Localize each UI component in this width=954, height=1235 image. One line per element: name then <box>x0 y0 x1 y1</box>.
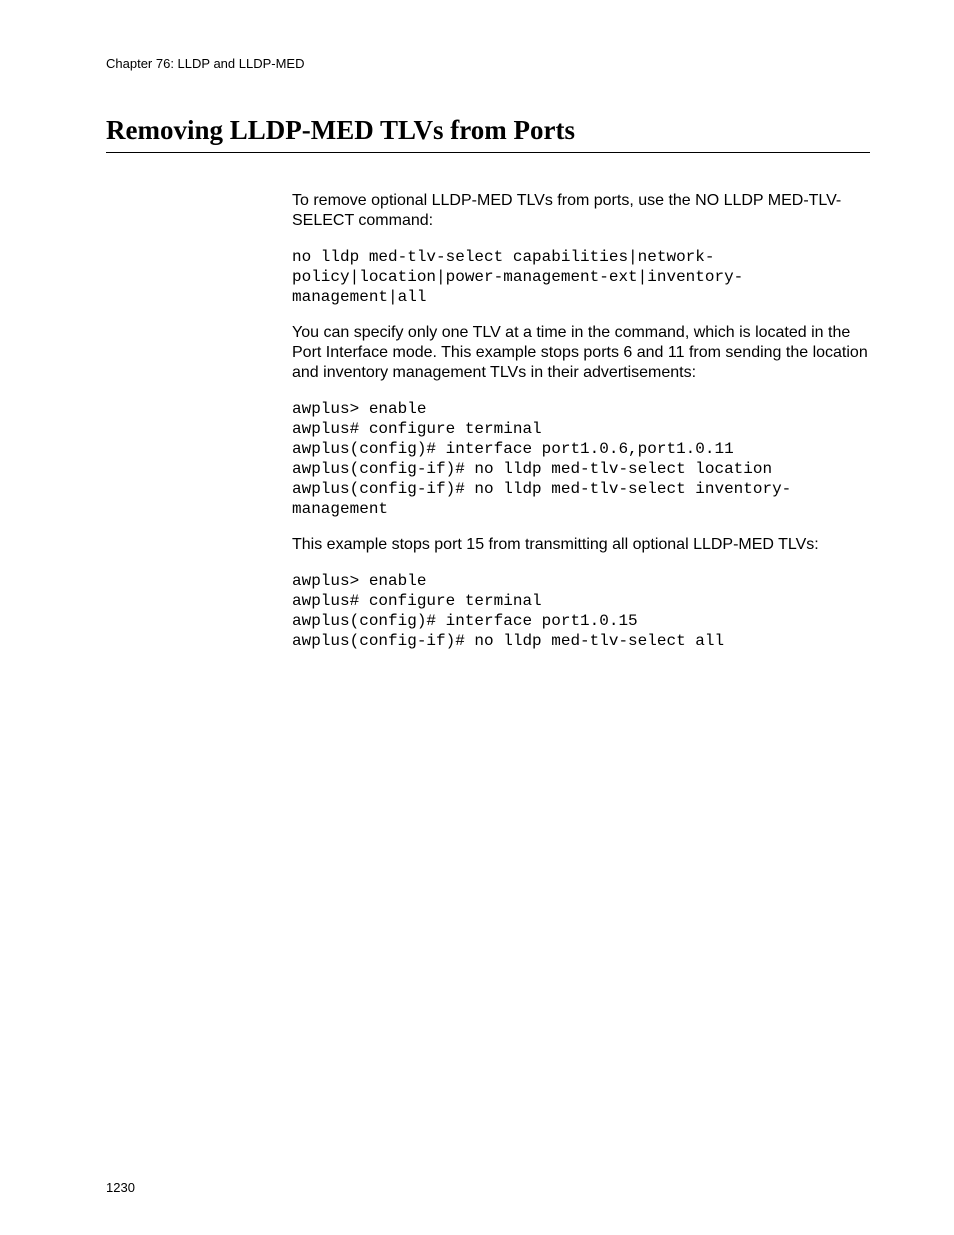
command-example-1: awplus> enable awplus# configure termina… <box>292 399 870 519</box>
paragraph-example2-intro: This example stops port 15 from transmit… <box>292 535 870 555</box>
paragraph-intro: To remove optional LLDP-MED TLVs from po… <box>292 191 870 231</box>
section-title: Removing LLDP-MED TLVs from Ports <box>106 115 870 153</box>
command-syntax: no lldp med-tlv-select capabilities|netw… <box>292 247 870 307</box>
paragraph-example1-intro: You can specify only one TLV at a time i… <box>292 323 870 383</box>
command-example-2: awplus> enable awplus# configure termina… <box>292 571 870 651</box>
page-number: 1230 <box>106 1180 135 1195</box>
content-area: To remove optional LLDP-MED TLVs from po… <box>292 191 870 651</box>
chapter-header: Chapter 76: LLDP and LLDP-MED <box>106 56 870 71</box>
